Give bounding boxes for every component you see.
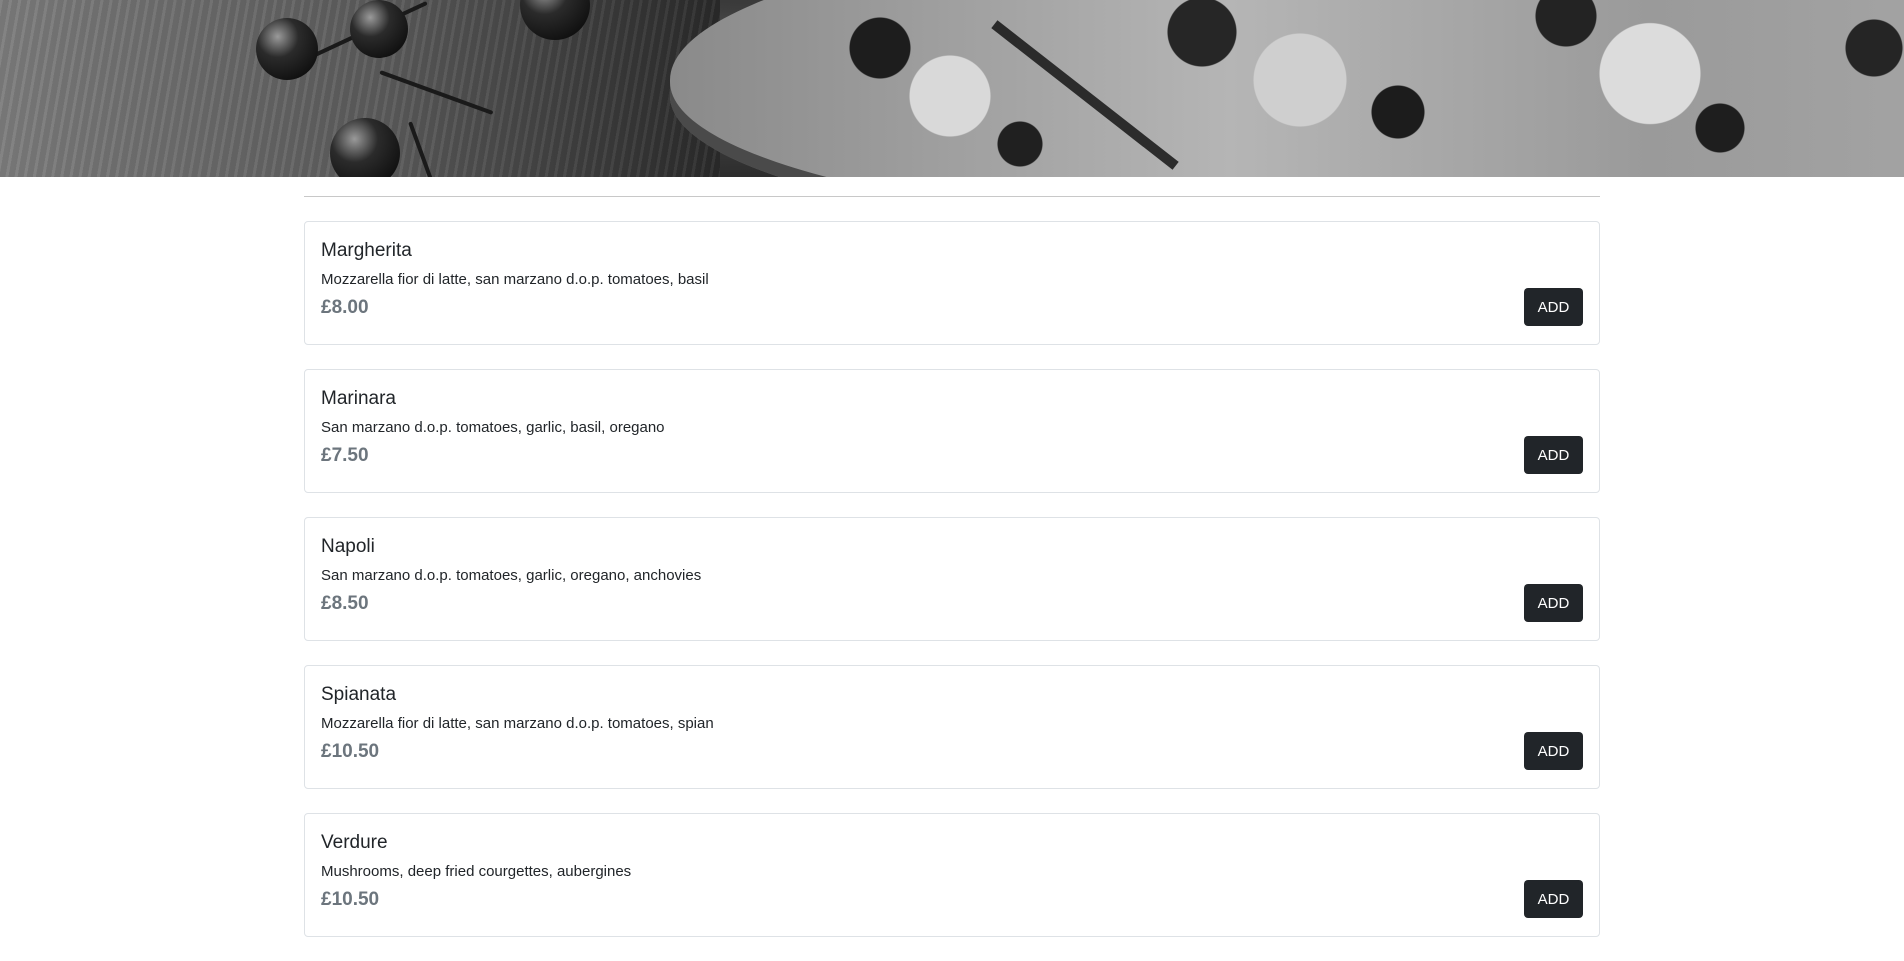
menu-item-card: Napoli San marzano d.o.p. tomatoes, garl… bbox=[304, 517, 1600, 641]
menu-item-description: San marzano d.o.p. tomatoes, garlic, ore… bbox=[321, 567, 702, 584]
menu-item-card: Spianata Mozzarella fior di latte, san m… bbox=[304, 665, 1600, 789]
menu-item-name: Spianata bbox=[321, 684, 397, 705]
menu-item-description: Mozzarella fior di latte, san marzano d.… bbox=[321, 271, 709, 288]
menu-container: Margherita Mozzarella fior di latte, san… bbox=[304, 177, 1600, 961]
menu-item-price: £8.00 bbox=[321, 297, 369, 318]
hero-banner bbox=[0, 0, 1904, 177]
add-to-cart-button[interactable]: ADD bbox=[1524, 880, 1583, 918]
menu-list: Margherita Mozzarella fior di latte, san… bbox=[304, 221, 1600, 937]
menu-item-price: £10.50 bbox=[321, 889, 380, 910]
hero-pizza bbox=[670, 0, 1904, 177]
divider bbox=[304, 196, 1600, 197]
menu-item-name: Margherita bbox=[321, 240, 412, 261]
menu-item-price: £7.50 bbox=[321, 445, 369, 466]
menu-item-description: San marzano d.o.p. tomatoes, garlic, bas… bbox=[321, 419, 665, 436]
add-to-cart-button[interactable]: ADD bbox=[1524, 584, 1583, 622]
menu-item-price: £8.50 bbox=[321, 593, 369, 614]
menu-item-card: Marinara San marzano d.o.p. tomatoes, ga… bbox=[304, 369, 1600, 493]
add-to-cart-button[interactable]: ADD bbox=[1524, 288, 1583, 326]
menu-item-card: Margherita Mozzarella fior di latte, san… bbox=[304, 221, 1600, 345]
menu-item-description: Mushrooms, deep fried courgettes, auberg… bbox=[321, 863, 632, 880]
menu-item-price: £10.50 bbox=[321, 741, 380, 762]
hero-tomato bbox=[350, 0, 408, 58]
add-to-cart-button[interactable]: ADD bbox=[1524, 732, 1583, 770]
menu-item-name: Marinara bbox=[321, 388, 396, 409]
menu-item-name: Verdure bbox=[321, 832, 388, 853]
menu-item-description: Mozzarella fior di latte, san marzano d.… bbox=[321, 715, 714, 732]
menu-item-name: Napoli bbox=[321, 536, 375, 557]
menu-item-card: Verdure Mushrooms, deep fried courgettes… bbox=[304, 813, 1600, 937]
add-to-cart-button[interactable]: ADD bbox=[1524, 436, 1583, 474]
hero-tomato bbox=[256, 18, 318, 80]
